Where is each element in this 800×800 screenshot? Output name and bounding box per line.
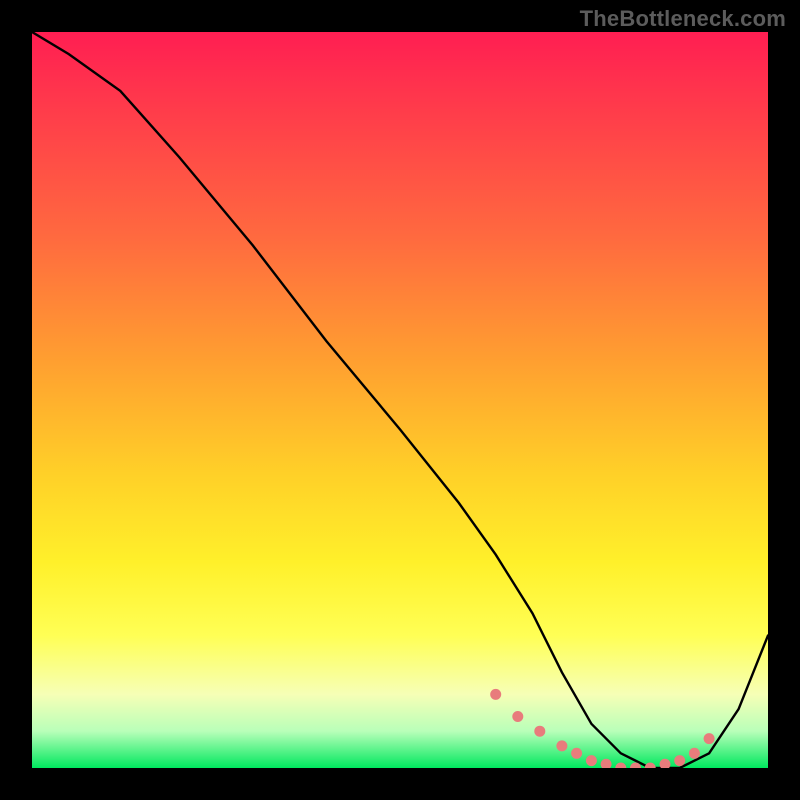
highlight-dot	[571, 748, 582, 759]
watermark-text: TheBottleneck.com	[580, 6, 786, 32]
highlight-dot	[490, 689, 501, 700]
highlight-dot	[534, 726, 545, 737]
highlight-dots-group	[490, 689, 714, 768]
highlight-dot	[660, 759, 671, 768]
highlight-dot	[556, 740, 567, 751]
curve-path-group	[32, 32, 768, 768]
highlight-dot	[512, 711, 523, 722]
chart-frame: TheBottleneck.com	[0, 0, 800, 800]
highlight-dot	[689, 748, 700, 759]
highlight-dot	[601, 759, 612, 768]
highlight-dot	[615, 763, 626, 769]
curve-svg	[32, 32, 768, 768]
highlight-dot	[674, 755, 685, 766]
bottleneck-curve	[32, 32, 768, 768]
highlight-dot	[645, 763, 656, 769]
highlight-dot	[586, 755, 597, 766]
highlight-dot	[704, 733, 715, 744]
